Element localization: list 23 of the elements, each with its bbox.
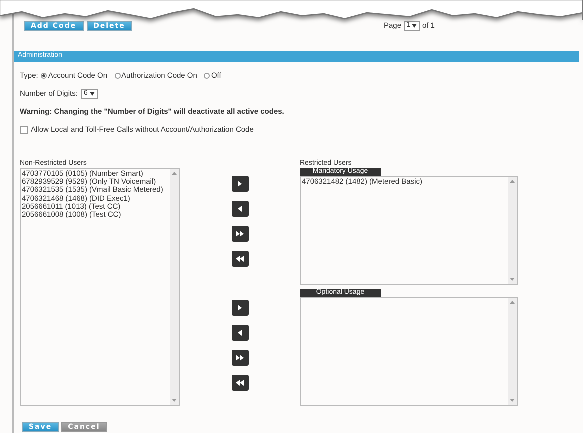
- scroll-up-icon: [172, 172, 177, 175]
- scroll-up-icon: [510, 301, 515, 304]
- move-all-right-button[interactable]: [232, 350, 248, 366]
- move-all-left-button[interactable]: [232, 251, 248, 267]
- move-all-right-button[interactable]: [232, 226, 248, 242]
- move-left-button[interactable]: [232, 201, 248, 217]
- scrollbar[interactable]: [508, 298, 517, 405]
- scroll-down-icon: [172, 399, 177, 402]
- double-triangle-left-icon: [235, 254, 245, 264]
- move-right-button[interactable]: [232, 176, 248, 192]
- move-left-button[interactable]: [232, 325, 248, 341]
- double-triangle-left-icon: [235, 378, 245, 388]
- move-all-left-button[interactable]: [232, 375, 248, 391]
- scroll-down-icon: [510, 278, 515, 281]
- move-right-button[interactable]: [232, 300, 248, 316]
- scroll-down-icon: [510, 399, 515, 402]
- scroll-up-icon: [510, 180, 515, 183]
- caret-icon: [412, 24, 418, 28]
- double-triangle-right-icon: [235, 353, 245, 363]
- scrollbar[interactable]: [508, 177, 517, 284]
- double-triangle-right-icon: [235, 229, 245, 239]
- caret-icon: [90, 92, 95, 96]
- scrollbar[interactable]: [170, 169, 179, 405]
